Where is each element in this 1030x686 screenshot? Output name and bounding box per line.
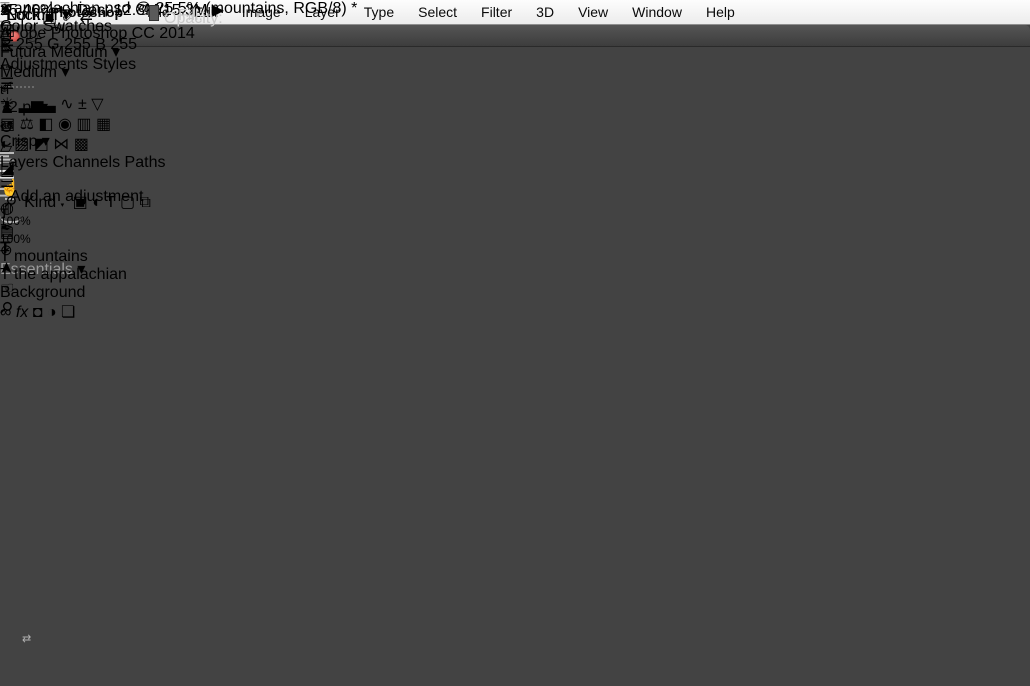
add-mask-icon[interactable]: ◘ (33, 304, 43, 321)
fill-value[interactable]: 100% (0, 232, 31, 246)
panel-dock: » Color Swatches ☰ R 255 G 255 B 255 (0, 0, 165, 322)
link-layers-icon[interactable]: ∞ (0, 304, 11, 321)
menu-window[interactable]: Window (620, 0, 694, 25)
layer-name[interactable]: mountains (14, 248, 88, 265)
layer-thumbnail[interactable]: T (0, 266, 14, 283)
lock-transparency-icon[interactable]: ▣ (42, 9, 57, 26)
menu-filter[interactable]: Filter (469, 0, 524, 25)
new-adjustment-layer-icon[interactable]: ◑ (47, 304, 57, 321)
lock-position-icon[interactable]: ⇄ (79, 9, 92, 26)
green-channel-label: G (47, 36, 59, 53)
menu-select[interactable]: Select (406, 0, 469, 25)
fill-label: Fill: (178, 7, 203, 25)
fill-arrow-icon[interactable]: ▾ (256, 10, 260, 19)
green-value[interactable]: 255 (64, 36, 91, 53)
blue-value[interactable]: 255 (110, 36, 137, 53)
menu-view[interactable]: View (566, 0, 620, 25)
new-layer-icon[interactable]: ❏ (61, 304, 75, 321)
photoshop-window: Photoshop File Edit Image Layer Type Sel… (0, 0, 1030, 686)
lock-pixels-icon[interactable]: ✐ (62, 9, 75, 26)
layer-name[interactable]: Background (0, 284, 85, 301)
lock-row: Lock: ▣ ✐ ⇄ Fill: 100% ▾ (0, 230, 165, 248)
opacity-value[interactable]: 100% (0, 214, 31, 228)
layer-name[interactable]: the appalachian (14, 266, 127, 283)
blue-channel-label: B (95, 36, 106, 53)
type-layer-thumbnail-icon: T (0, 248, 9, 265)
menu-help[interactable]: Help (694, 0, 747, 25)
color-panel-body: R 255 G 255 B 255 (0, 36, 270, 158)
layer-style-icon[interactable]: fx (16, 304, 28, 321)
layer-thumbnail[interactable]: T (0, 248, 14, 265)
layer-row-the-appalachian[interactable]: T the appalachian (0, 266, 165, 284)
layers-footer: ∞ fx ◘ ◑ ❏ (0, 302, 165, 322)
red-value[interactable]: 255 (16, 36, 43, 53)
blend-mode-row: Normal ▾ Opacity: 100% ▾ (0, 212, 165, 230)
lock-label: Lock: (7, 7, 45, 25)
layer-row-mountains[interactable]: T mountains (0, 248, 165, 266)
add-adjustment-heading: Add an adjustment (10, 188, 143, 206)
type-layer-thumbnail-icon: T (0, 266, 9, 283)
layer-row-background[interactable]: Background (0, 284, 165, 302)
red-channel-label: R (0, 36, 12, 53)
menu-type[interactable]: Type (352, 0, 406, 25)
menu-3d[interactable]: 3D (524, 0, 566, 25)
